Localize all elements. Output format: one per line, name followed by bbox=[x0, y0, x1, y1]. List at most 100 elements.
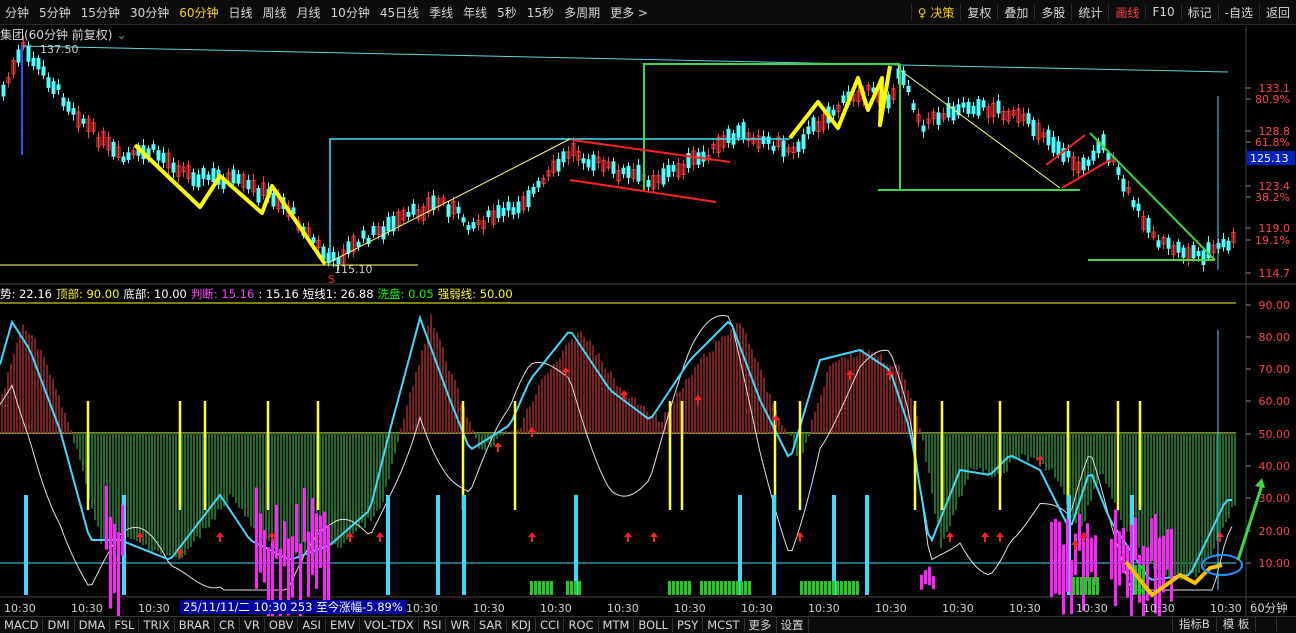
timeframe-5[interactable]: 日线 bbox=[224, 4, 258, 21]
bar-red bbox=[619, 387, 621, 433]
green-bar bbox=[856, 581, 859, 595]
bar-red bbox=[7, 372, 9, 433]
bar-red bbox=[694, 367, 696, 433]
timeframe-11[interactable]: 年线 bbox=[458, 4, 492, 21]
menu-item-9[interactable]: 返回 bbox=[1258, 3, 1296, 21]
indicator-tab-0[interactable]: MACD bbox=[0, 618, 44, 632]
bar-green bbox=[1081, 433, 1083, 527]
bar-red bbox=[700, 357, 702, 433]
magenta-bar bbox=[1126, 545, 1129, 598]
bar-red bbox=[637, 404, 639, 433]
green-bar bbox=[708, 581, 711, 595]
timeframe-4[interactable]: 60分钟 bbox=[174, 4, 223, 21]
candle-body bbox=[1221, 239, 1226, 248]
timeframe-1[interactable]: 5分钟 bbox=[34, 4, 76, 21]
bottom-right-0[interactable]: 指标B bbox=[1171, 616, 1216, 632]
indicator-tab-8[interactable]: OBV bbox=[265, 618, 299, 632]
bar-green bbox=[349, 433, 351, 540]
indicator-tab-17[interactable]: ROC bbox=[564, 618, 599, 632]
indicator-tab-18[interactable]: MTM bbox=[599, 618, 635, 632]
indicator-tab-19[interactable]: BOLL bbox=[634, 618, 673, 632]
bar-green bbox=[1048, 433, 1050, 471]
candle-body bbox=[761, 136, 766, 144]
chart-canvas[interactable]: 133.180.9%128.861.8%123.438.2%119.019.1%… bbox=[0, 24, 1296, 616]
indicator-tab-2[interactable]: DMA bbox=[75, 618, 111, 632]
indicator-tab-11[interactable]: VOL-TDX bbox=[360, 618, 419, 632]
timeframe-2[interactable]: 15分钟 bbox=[76, 4, 125, 21]
indicator-tab-4[interactable]: TRIX bbox=[139, 618, 175, 632]
menu-item-2[interactable]: 叠加 bbox=[997, 3, 1034, 21]
candle-body bbox=[646, 179, 651, 187]
indicator-tab-13[interactable]: WR bbox=[446, 618, 475, 632]
bar-red bbox=[472, 429, 474, 433]
red-arrow-5 bbox=[376, 532, 384, 542]
green-bar bbox=[840, 581, 843, 595]
bar-red bbox=[439, 339, 441, 433]
menu-item-3[interactable]: 多股 bbox=[1034, 3, 1071, 21]
candle-body bbox=[1051, 136, 1056, 153]
timeframe-7[interactable]: 月线 bbox=[292, 4, 326, 21]
bar-green bbox=[145, 433, 147, 545]
indicator-tab-10[interactable]: EMV bbox=[326, 618, 360, 632]
menu-item-6[interactable]: F10 bbox=[1145, 5, 1180, 19]
bar-red bbox=[445, 361, 447, 433]
bottom-right-3[interactable] bbox=[1275, 616, 1296, 632]
green-bar bbox=[716, 581, 719, 595]
timeframe-13[interactable]: 15秒 bbox=[522, 4, 559, 21]
indicator-tab-14[interactable]: SAR bbox=[475, 618, 508, 632]
indicator-tab-16[interactable]: CCI bbox=[536, 618, 565, 632]
bar-green bbox=[787, 433, 789, 435]
menu-item-8[interactable]: -自选 bbox=[1217, 3, 1259, 21]
candle-body bbox=[961, 102, 966, 108]
timeframe-10[interactable]: 季线 bbox=[424, 4, 458, 21]
indicator-tab-23[interactable]: 设置 bbox=[777, 617, 809, 633]
indicator-tab-7[interactable]: VR bbox=[240, 618, 265, 632]
menu-item-4[interactable]: 统计 bbox=[1071, 3, 1108, 21]
indicator-tab-1[interactable]: DMI bbox=[43, 618, 75, 632]
green-bar bbox=[1096, 577, 1099, 595]
timeframe-9[interactable]: 45日线 bbox=[375, 4, 424, 21]
timeframe-6[interactable]: 周线 bbox=[258, 4, 292, 21]
menu-item-7[interactable]: 标记 bbox=[1180, 3, 1218, 21]
bar-green bbox=[973, 433, 975, 470]
bottom-right-2[interactable] bbox=[1255, 616, 1275, 632]
indicator-tab-6[interactable]: CR bbox=[215, 618, 241, 632]
timeframe-3[interactable]: 30分钟 bbox=[125, 4, 174, 21]
indicator-tab-15[interactable]: KDJ bbox=[507, 618, 537, 632]
menu-item-0[interactable]: ♀ 决策 bbox=[910, 3, 961, 21]
green-bar bbox=[712, 581, 715, 595]
bar-green bbox=[1186, 433, 1188, 579]
timeframe-0[interactable]: 分钟 bbox=[0, 4, 34, 21]
indicator-tab-21[interactable]: MCST bbox=[703, 618, 745, 632]
indicator-tab-12[interactable]: RSI bbox=[419, 618, 447, 632]
bar-red bbox=[505, 430, 507, 433]
indicator-axis-label-6: 30.00 bbox=[1259, 492, 1291, 505]
trend-line-top bbox=[21, 45, 1229, 73]
timeframe-12[interactable]: 5秒 bbox=[492, 4, 522, 21]
menu-item-5[interactable]: 画线 bbox=[1108, 3, 1145, 21]
bar-red bbox=[634, 397, 636, 433]
bar-green bbox=[1063, 433, 1065, 495]
magenta-bar bbox=[1074, 533, 1077, 576]
bottom-right-1[interactable]: 模 板 bbox=[1215, 616, 1256, 632]
bar-red bbox=[430, 314, 432, 433]
timeframe-14[interactable]: 多周期 bbox=[559, 4, 605, 21]
timeframe-15[interactable]: 更多 > bbox=[605, 4, 653, 21]
bar-red bbox=[862, 348, 864, 433]
indicator-tab-20[interactable]: PSY bbox=[673, 618, 704, 632]
price-axis-label-3: 61.8% bbox=[1255, 136, 1290, 149]
period-tag[interactable]: 60分钟 bbox=[1250, 600, 1288, 616]
bar-green bbox=[334, 433, 336, 545]
indicator-tab-5[interactable]: BRAR bbox=[175, 618, 216, 632]
bar-green bbox=[946, 433, 948, 533]
menu-item-1[interactable]: 复权 bbox=[960, 3, 997, 21]
indicator-tab-9[interactable]: ASI bbox=[298, 618, 326, 632]
indicator-tab-3[interactable]: FSL bbox=[110, 618, 140, 632]
candle-body bbox=[31, 57, 36, 67]
bar-green bbox=[340, 433, 342, 548]
timeframe-8[interactable]: 10分钟 bbox=[326, 4, 375, 21]
indicator-tab-22[interactable]: 更多 bbox=[745, 617, 777, 633]
indicator-axis-label-2: 70.00 bbox=[1259, 363, 1291, 376]
magenta-bar bbox=[319, 515, 322, 568]
bar-red bbox=[865, 354, 867, 433]
